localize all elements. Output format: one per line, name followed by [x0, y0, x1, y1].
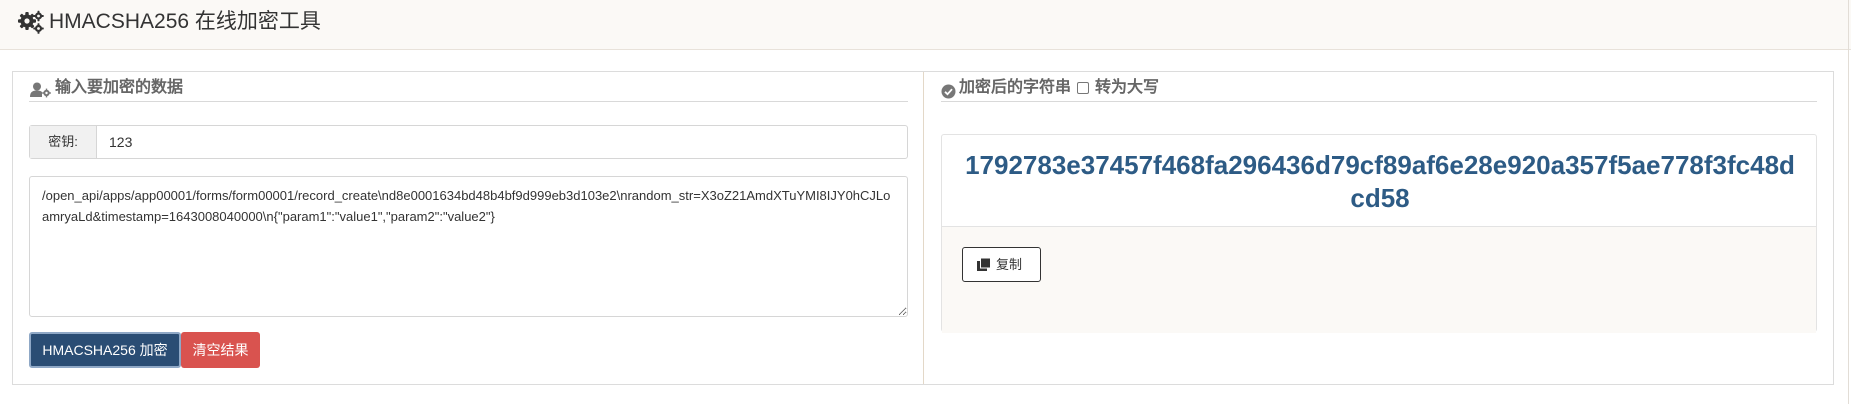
result-section-underline	[941, 101, 1817, 102]
encrypt-button[interactable]: HMACSHA256 加密	[29, 332, 181, 368]
hash-output: 1792783e37457f468fa296436d79cf89af6e28e9…	[965, 150, 1795, 213]
check-circle-icon	[941, 84, 956, 99]
uppercase-label[interactable]: 转为大写	[1095, 78, 1159, 98]
result-section-title: 加密后的字符串	[959, 79, 1072, 96]
page-title: HMACSHA256 在线加密工具	[49, 10, 321, 33]
header-bar: HMACSHA256 在线加密工具	[0, 0, 1851, 50]
copy-button-label: 复制	[996, 257, 1023, 272]
column-divider	[923, 72, 924, 384]
result-box: 1792783e37457f468fa296436d79cf89af6e28e9…	[941, 134, 1817, 333]
input-section-underline	[29, 101, 908, 102]
clear-button[interactable]: 清空结果	[181, 332, 260, 368]
page-edge-divider	[1848, 0, 1849, 404]
key-label: 密钥:	[30, 126, 97, 158]
copy-button[interactable]: 复制	[962, 247, 1041, 282]
data-textarea[interactable]: /open_api/apps/app00001/forms/form00001/…	[29, 176, 908, 317]
result-footer: 复制	[942, 226, 1816, 333]
input-section-title: 输入要加密的数据	[55, 79, 184, 96]
uppercase-checkbox[interactable]	[1077, 82, 1089, 94]
gears-icon	[18, 10, 44, 34]
key-input[interactable]	[97, 126, 902, 158]
main-panel: 输入要加密的数据 密钥: /open_api/apps/app00001/for…	[12, 71, 1834, 385]
user-cog-icon	[30, 82, 51, 98]
key-input-group: 密钥:	[29, 125, 908, 159]
copy-icon	[977, 258, 991, 271]
